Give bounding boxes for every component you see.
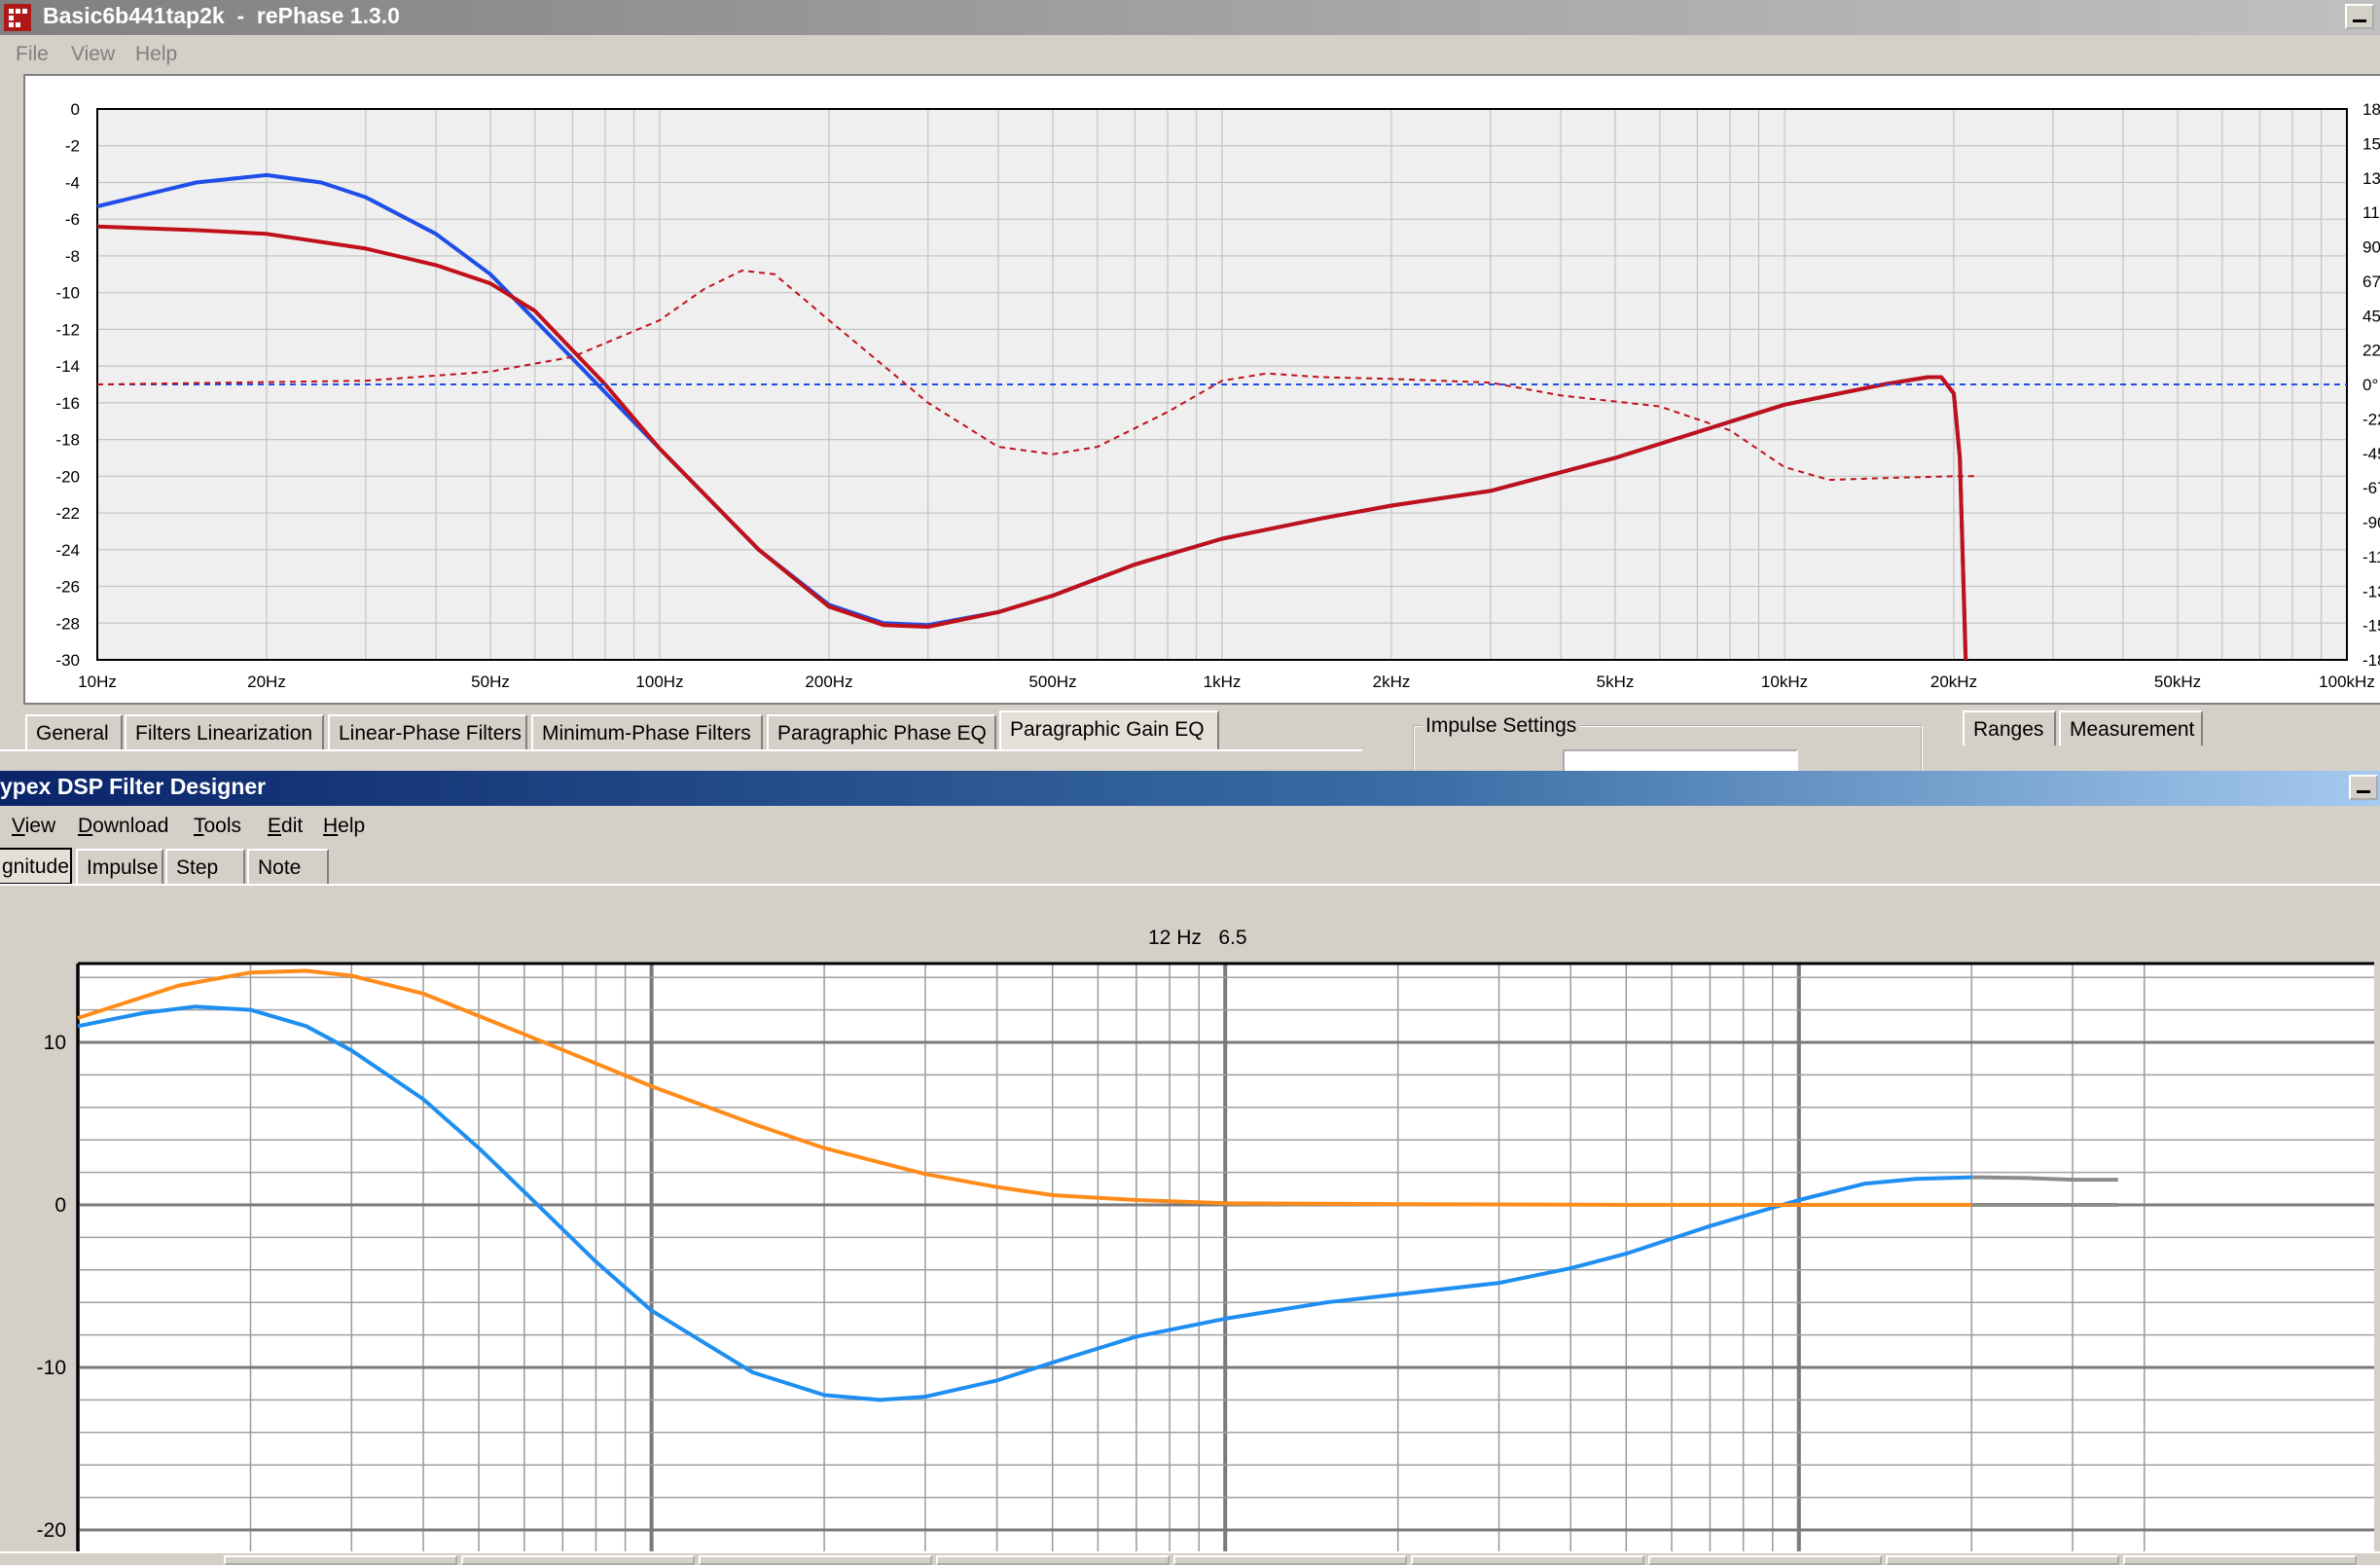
impulse-settings-field[interactable] — [1563, 749, 1798, 773]
right-tick-label: -15 — [2362, 617, 2380, 636]
right-tick-label: 90 — [2362, 238, 2380, 257]
y-tick-label: -30 — [55, 651, 80, 670]
right-tick-label: -67 — [2362, 479, 2380, 497]
y-tick-label: -20 — [55, 467, 80, 486]
x-tick-label: 100Hz — [635, 673, 683, 691]
taskbar-button[interactable] — [1648, 1555, 1882, 1565]
hypex-window-title: ypex DSP Filter Designer — [0, 774, 267, 799]
x-tick-label: 100kHz — [2319, 673, 2375, 691]
hypex-menu-view[interactable]: View — [12, 815, 55, 838]
y-tick-label: -2 — [65, 137, 80, 156]
right-tick-label: 45 — [2362, 307, 2380, 325]
y-tick-label: -6 — [65, 210, 80, 229]
y-tick-label: -4 — [65, 173, 80, 192]
y-tick-label: -20 — [37, 1519, 66, 1542]
x-tick-label: 2kHz — [1373, 673, 1411, 691]
right-tick-label: -18 — [2362, 651, 2380, 670]
right-tick-label: -22 — [2362, 410, 2380, 428]
x-tick-label: 10kHz — [1761, 673, 1808, 691]
tab-impulse[interactable]: Impulse — [76, 849, 163, 884]
taskbar-button[interactable] — [936, 1555, 1170, 1565]
x-tick-label: 50kHz — [2154, 673, 2201, 691]
tab-measurement[interactable]: Measurement — [2059, 710, 2203, 746]
hypex-menu-help[interactable]: Help — [323, 815, 365, 838]
x-tick-label: 200Hz — [805, 673, 852, 691]
right-tick-label: 67 — [2362, 273, 2380, 291]
y-tick-label: -16 — [55, 394, 80, 413]
right-tick-label: 15 — [2362, 134, 2380, 153]
right-tick-label: -90 — [2362, 514, 2380, 532]
right-tick-label: 22 — [2362, 342, 2380, 360]
hypex-menu-download[interactable]: Download — [78, 815, 168, 838]
rephase-menu-view[interactable]: View — [71, 43, 115, 66]
tab-note[interactable]: Note — [247, 849, 329, 884]
taskbar-button[interactable] — [2123, 1555, 2357, 1565]
y-tick-label: 10 — [44, 1032, 66, 1054]
right-tick-label: -13 — [2362, 582, 2380, 601]
x-tick-label: 500Hz — [1028, 673, 1076, 691]
right-tick-label: 11 — [2362, 203, 2380, 222]
taskbar-button[interactable] — [461, 1555, 695, 1565]
taskbar-button[interactable] — [224, 1555, 457, 1565]
right-tick-label: 0° — [2362, 376, 2378, 394]
tab-step[interactable]: Step — [165, 849, 245, 884]
tab-general[interactable]: General — [25, 714, 123, 749]
rephase-menu-file[interactable]: File — [16, 43, 49, 66]
hypex-tab-panel-edge — [0, 884, 2380, 886]
rephase-plot-frame: 0 -2 -4 -6 -8 -10 -12 -14 -16 -18 -20 -22 -24 -26 -28 -… — [23, 74, 2380, 705]
x-tick-label: 20Hz — [247, 673, 286, 691]
tab-ranges[interactable]: Ranges — [1963, 710, 2056, 746]
rephase-minimize-button[interactable] — [2345, 4, 2374, 29]
x-tick-label: 5kHz — [1597, 673, 1635, 691]
rephase-app-icon — [4, 4, 31, 31]
right-tick-label: 18 — [2362, 100, 2380, 119]
y-tick-label: -12 — [55, 320, 80, 339]
hypex-titlebar[interactable]: ypex DSP Filter Designer — [0, 771, 2380, 806]
taskbar-button[interactable] — [1173, 1555, 1407, 1565]
rephase-menu-help[interactable]: Help — [135, 43, 177, 66]
y-tick-label: 0 — [54, 1194, 66, 1217]
y-tick-label: -24 — [55, 541, 80, 560]
right-tick-label: -45 — [2362, 445, 2380, 463]
hypex-minimize-button[interactable] — [2349, 775, 2378, 800]
tab-filters-linearization[interactable]: Filters Linearization — [125, 714, 324, 749]
impulse-settings-label: Impulse Settings — [1423, 714, 1580, 738]
hypex-menu-tools[interactable]: Tools — [194, 815, 241, 838]
tab-linear-phase-filters[interactable]: Linear-Phase Filters — [328, 714, 527, 749]
right-tick-label: 13 — [2362, 169, 2380, 188]
tab-paragraphic-gain-eq[interactable]: Paragraphic Gain EQ — [999, 710, 1219, 749]
x-tick-label: 50Hz — [471, 673, 510, 691]
x-tick-label: 20kHz — [1930, 673, 1977, 691]
taskbar-button[interactable] — [1886, 1555, 2119, 1565]
rephase-window-title: Basic6b441tap2k - rePhase 1.3.0 — [43, 3, 400, 28]
y-tick-label: -26 — [55, 578, 80, 597]
tab-minimum-phase-filters[interactable]: Minimum-Phase Filters — [531, 714, 763, 749]
taskbar-button[interactable] — [699, 1555, 932, 1565]
rephase-titlebar[interactable]: Basic6b441tap2k - rePhase 1.3.0 — [0, 0, 2380, 35]
hypex-menubar: View Download Tools Edit Help — [0, 809, 2380, 844]
rephase-magnitude-chart[interactable]: 0 -2 -4 -6 -8 -10 -12 -14 -16 -18 -20 -22 -24 -26 -28 -… — [25, 76, 2380, 703]
hypex-menu-edit[interactable]: Edit — [268, 815, 303, 838]
y-tick-label: -22 — [55, 504, 80, 523]
y-tick-label: 0 — [71, 100, 80, 119]
y-tick-label: -10 — [37, 1357, 66, 1379]
y-tick-label: -14 — [55, 357, 80, 376]
taskbar-button[interactable] — [1411, 1555, 1644, 1565]
hypex-magnitude-chart[interactable]: 10 0 -10 -20 — [0, 954, 2380, 1551]
y-tick-label: -28 — [55, 614, 80, 633]
tab-paragraphic-phase-eq[interactable]: Paragraphic Phase EQ — [767, 714, 996, 749]
x-tick-label: 1kHz — [1204, 673, 1242, 691]
rephase-menubar: File View Help — [0, 37, 2380, 72]
y-tick-label: -18 — [55, 431, 80, 450]
y-tick-label: -10 — [55, 284, 80, 303]
tab-panel-edge — [0, 749, 1362, 751]
x-tick-label: 10Hz — [78, 673, 117, 691]
tab-magnitude[interactable]: gnitude — [0, 848, 72, 885]
right-tick-label: -11 — [2362, 548, 2380, 566]
cursor-readout: 12 Hz 6.5 — [1148, 927, 1247, 949]
y-tick-label: -8 — [65, 247, 80, 266]
